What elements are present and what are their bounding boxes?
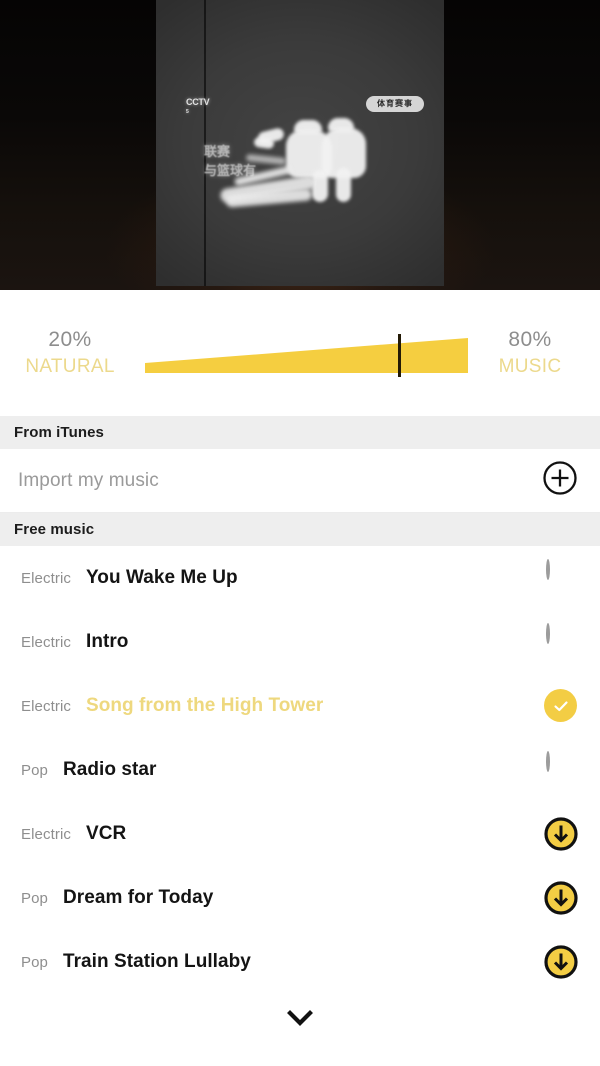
- download-icon[interactable]: [544, 817, 578, 851]
- section-title: From iTunes: [14, 424, 104, 441]
- track-row[interactable]: Pop Dream for Today: [0, 866, 600, 930]
- music-percent: 80%: [508, 328, 552, 351]
- track-title: Dream for Today: [63, 887, 214, 908]
- track-title: Intro: [85, 631, 129, 652]
- section-header-free-music: Free music: [0, 513, 600, 546]
- import-music-row[interactable]: Import my music: [0, 449, 600, 513]
- free-music-track-list: Electric You Wake Me Up Electric Intro Elect…: [0, 546, 600, 994]
- track-genre: Electric: [21, 569, 71, 587]
- cctv-watermark-sub: 5: [186, 109, 191, 115]
- track-genre: Electric: [21, 825, 71, 843]
- audio-mix-slider[interactable]: 20% NATURAL 80% MUSIC: [0, 290, 600, 416]
- import-music-label: Import my music: [18, 469, 159, 491]
- track-row[interactable]: Electric VCR: [0, 802, 600, 866]
- video-caption-line2: 与篮球有: [204, 163, 257, 178]
- chevron-down-icon[interactable]: [286, 1009, 314, 1032]
- video-caption: 联赛 与篮球有: [204, 142, 256, 180]
- track-title: Radio star: [63, 759, 157, 780]
- natural-label: NATURAL: [25, 356, 115, 377]
- track-genre: Pop: [21, 889, 48, 907]
- mix-wedge-shape[interactable]: [145, 329, 468, 377]
- track-genre: Electric: [21, 697, 71, 715]
- natural-side: 20% NATURAL: [0, 327, 140, 379]
- track-row[interactable]: Pop Radio star: [0, 738, 600, 802]
- natural-percent: 20%: [48, 328, 92, 351]
- track-genre: Pop: [21, 953, 48, 971]
- track-row[interactable]: Electric Song from the High Tower: [0, 674, 600, 738]
- selected-check-icon[interactable]: [544, 689, 578, 723]
- cctv-watermark: CCTV 5: [186, 97, 210, 117]
- section-title: Free music: [14, 521, 95, 538]
- download-icon[interactable]: [544, 881, 578, 915]
- track-title: VCR: [85, 823, 127, 844]
- track-title: Train Station Lullaby: [63, 951, 251, 972]
- score-pill: 体育赛事: [366, 96, 424, 112]
- scroll-down-indicator[interactable]: [0, 994, 600, 1046]
- unselected-circle-icon[interactable]: [544, 623, 578, 659]
- plus-circle-icon[interactable]: [542, 460, 578, 501]
- mix-slider-thumb[interactable]: [398, 334, 401, 377]
- players-silhouette: [219, 112, 386, 212]
- track-row[interactable]: Pop Train Station Lullaby: [0, 930, 600, 994]
- unselected-circle-icon[interactable]: [544, 559, 578, 595]
- video-frame[interactable]: CCTV 5 联赛 与篮球有 体育赛事: [156, 0, 444, 286]
- music-label: MUSIC: [498, 356, 562, 377]
- video-caption-line1: 联赛: [204, 144, 231, 159]
- track-title: You Wake Me Up: [85, 567, 238, 588]
- unselected-circle-icon[interactable]: [544, 751, 578, 787]
- track-row[interactable]: Electric You Wake Me Up: [0, 546, 600, 610]
- music-side: 80% MUSIC: [460, 327, 600, 379]
- video-preview-stage[interactable]: CCTV 5 联赛 与篮球有 体育赛事: [0, 0, 600, 290]
- track-title: Song from the High Tower: [85, 695, 324, 716]
- mix-track[interactable]: [140, 329, 468, 377]
- section-header-from-itunes: From iTunes: [0, 416, 600, 449]
- download-icon[interactable]: [544, 945, 578, 979]
- track-genre: Pop: [21, 761, 48, 779]
- track-row[interactable]: Electric Intro: [0, 610, 600, 674]
- cctv-watermark-text: CCTV: [186, 97, 210, 107]
- track-genre: Electric: [21, 633, 71, 651]
